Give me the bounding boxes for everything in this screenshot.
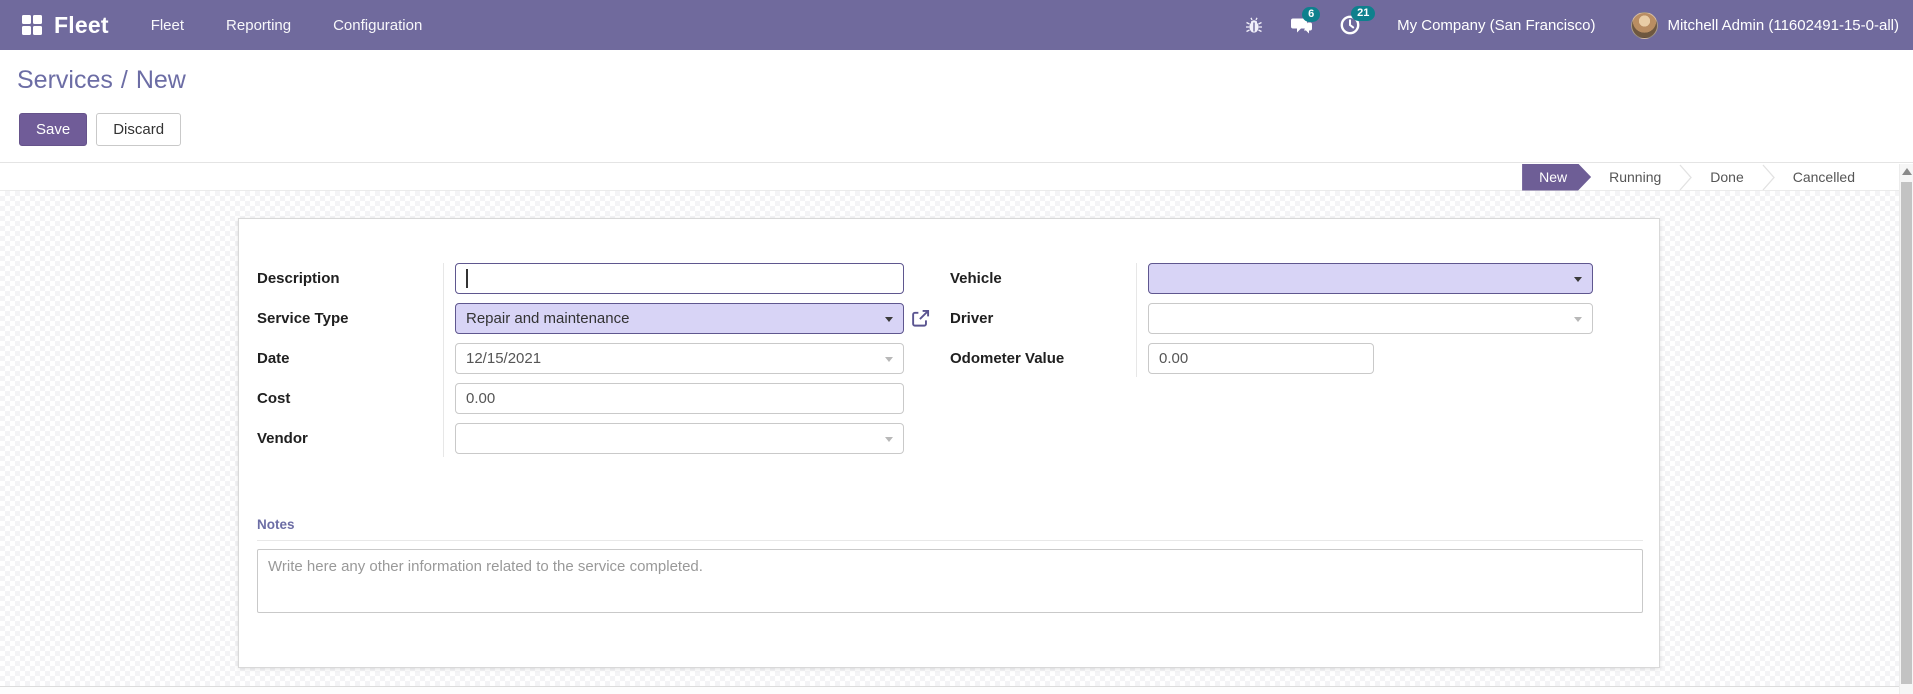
stage-done[interactable]: Done	[1692, 164, 1761, 190]
menu-configuration[interactable]: Configuration	[333, 17, 422, 34]
stage-running[interactable]: Running	[1591, 164, 1679, 190]
field-row-driver: Driver	[950, 303, 1643, 334]
grid-icon	[22, 15, 42, 35]
service-type-label: Service Type	[257, 310, 349, 327]
bug-icon	[1246, 17, 1263, 33]
user-name: Mitchell Admin (11602491-15-0-all)	[1667, 16, 1899, 34]
stage-new[interactable]: New	[1522, 164, 1591, 191]
chevron-down-icon	[885, 437, 893, 442]
cost-input[interactable]: 0.00	[455, 383, 904, 414]
service-type-external-link-icon[interactable]	[911, 309, 930, 328]
menu-fleet[interactable]: Fleet	[151, 17, 184, 34]
vendor-dropdown[interactable]	[455, 423, 904, 454]
user-avatar	[1631, 11, 1659, 39]
chevron-down-icon	[1574, 317, 1582, 322]
field-row-cost: Cost 0.00	[257, 383, 950, 414]
chevron-down-icon	[1574, 277, 1582, 282]
date-input[interactable]: 12/15/2021	[455, 343, 904, 374]
odometer-value-input[interactable]: 0.00	[1148, 343, 1374, 374]
stage-separator	[1679, 164, 1693, 191]
description-label: Description	[257, 270, 340, 287]
app-brand-title[interactable]: Fleet	[54, 12, 109, 39]
field-row-vehicle: Vehicle	[950, 263, 1643, 294]
label-separator-line	[443, 263, 444, 457]
messages-menu[interactable]: 6	[1290, 6, 1321, 36]
company-switcher[interactable]: My Company (San Francisco)	[1397, 17, 1595, 34]
cost-label: Cost	[257, 390, 291, 407]
field-row-odometer: Odometer Value 0.00	[950, 343, 1643, 374]
control-panel: Services / New Save Discard	[0, 50, 1913, 163]
date-label: Date	[257, 350, 290, 367]
systray: 6 21 My Company (San Francisco) Mitchell…	[1218, 6, 1899, 39]
top-menu: Fleet Reporting Configuration	[151, 17, 423, 34]
notes-divider	[257, 540, 1643, 541]
odoo-fleet-screen: Fleet Fleet Reporting Configuration 6 21…	[0, 0, 1913, 694]
form-left-column: Description Service Type Repair and main…	[257, 263, 950, 463]
label-separator-line	[1136, 263, 1137, 377]
vertical-scrollbar[interactable]	[1899, 164, 1913, 694]
vehicle-label: Vehicle	[950, 270, 1002, 287]
top-navbar: Fleet Fleet Reporting Configuration 6 21…	[0, 0, 1913, 50]
driver-label: Driver	[950, 310, 994, 327]
breadcrumb-separator: /	[120, 66, 128, 94]
notes-section-title: Notes	[257, 517, 295, 532]
driver-dropdown[interactable]	[1148, 303, 1593, 334]
activities-count-badge: 21	[1351, 6, 1376, 21]
save-button[interactable]: Save	[19, 113, 88, 146]
odometer-value-label: Odometer Value	[950, 350, 1065, 367]
user-menu[interactable]: Mitchell Admin (11602491-15-0-all)	[1631, 11, 1899, 39]
activities-menu[interactable]: 21	[1339, 6, 1376, 36]
description-input[interactable]	[455, 263, 904, 294]
stage-cancelled[interactable]: Cancelled	[1775, 164, 1873, 190]
service-type-dropdown[interactable]: Repair and maintenance	[455, 303, 904, 334]
vendor-label: Vendor	[257, 430, 308, 447]
notes-textarea[interactable]	[257, 549, 1643, 613]
form-view-background: Description Service Type Repair and main…	[0, 191, 1899, 686]
form-action-buttons: Save Discard	[19, 113, 182, 146]
scrollbar-thumb[interactable]	[1901, 182, 1912, 684]
statusbar: New Running Done Cancelled	[0, 164, 1899, 191]
breadcrumb-current: New	[135, 66, 186, 94]
field-row-vendor: Vendor	[257, 423, 950, 454]
discard-button[interactable]: Discard	[96, 113, 182, 146]
scroll-up-arrow-icon[interactable]	[1902, 168, 1912, 175]
stage-separator	[1762, 164, 1775, 191]
field-row-date: Date 12/15/2021	[257, 343, 950, 374]
field-row-description: Description	[257, 263, 950, 294]
chatter-top-edge	[0, 686, 1899, 694]
breadcrumb: Services / New	[17, 66, 186, 95]
chevron-down-icon	[885, 357, 893, 362]
form-sheet: Description Service Type Repair and main…	[238, 218, 1660, 668]
breadcrumb-services-link[interactable]: Services	[17, 66, 113, 94]
apps-menu-icon[interactable]	[20, 13, 44, 37]
menu-reporting[interactable]: Reporting	[226, 17, 291, 34]
chevron-down-icon	[885, 317, 893, 322]
field-row-service-type: Service Type Repair and maintenance	[257, 303, 950, 334]
debug-bug-icon[interactable]	[1244, 15, 1264, 35]
form-right-column: Vehicle Driver Odometer Value 0.00	[950, 263, 1643, 383]
text-cursor	[466, 269, 468, 288]
messages-count-badge: 6	[1302, 6, 1321, 22]
vehicle-dropdown[interactable]	[1148, 263, 1593, 294]
